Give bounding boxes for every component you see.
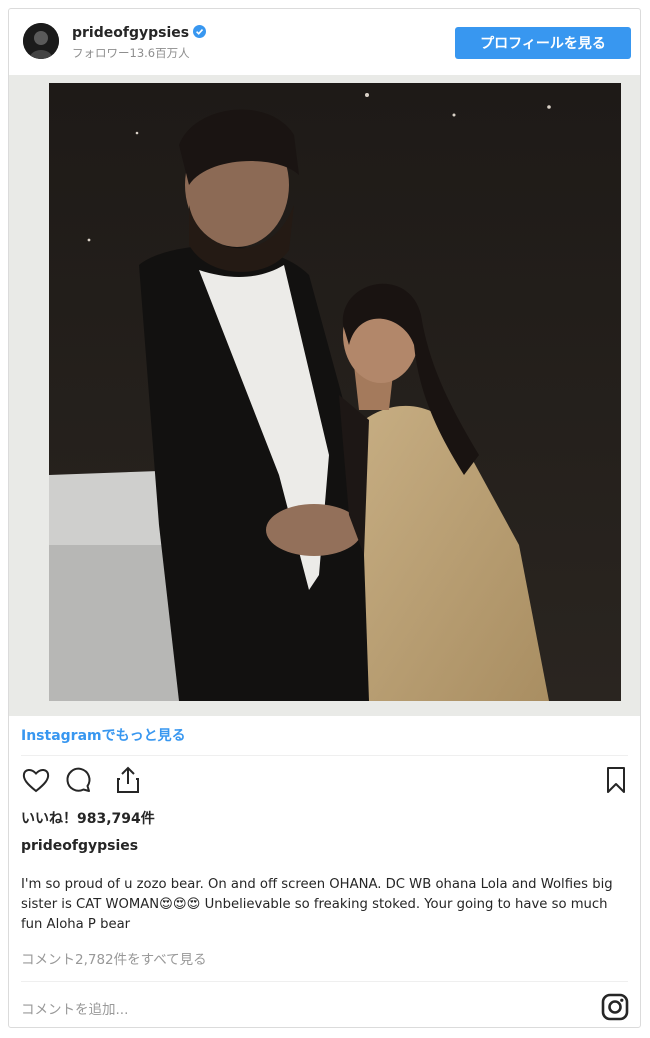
caption-author[interactable]: prideofgypsies: [21, 838, 138, 854]
divider: [21, 981, 628, 982]
action-bar: [19, 765, 631, 801]
view-all-comments-link[interactable]: コメント2,782件をすべて見る: [21, 948, 207, 968]
caption-text: I'm so proud of u zozo bear. On and off …: [21, 877, 613, 932]
heart-icon[interactable]: [21, 765, 51, 795]
divider: [21, 755, 628, 756]
comment-icon[interactable]: [63, 765, 93, 795]
instagram-embed-card: prideofgypsies フォロワー13.6百万人 プロフィールを見る In…: [8, 8, 641, 1028]
share-icon[interactable]: [113, 765, 143, 795]
instagram-icon[interactable]: [601, 993, 629, 1021]
like-count[interactable]: いいね！983,794件: [21, 808, 155, 828]
username-text[interactable]: prideofgypsies: [72, 25, 189, 41]
add-comment-input[interactable]: コメントを追加...: [21, 998, 128, 1018]
post-photo-image: [9, 75, 640, 716]
view-profile-button[interactable]: プロフィールを見る: [455, 27, 631, 59]
verified-badge-icon: [193, 25, 207, 38]
bookmark-icon[interactable]: [601, 765, 631, 795]
post-header: prideofgypsies フォロワー13.6百万人 プロフィールを見る: [9, 9, 640, 75]
instagram-see-more-link[interactable]: Instagramでもっと見る: [21, 725, 186, 745]
follower-count: フォロワー13.6百万人: [72, 46, 190, 60]
username[interactable]: prideofgypsies: [72, 25, 207, 41]
avatar[interactable]: [23, 23, 59, 59]
post-photo[interactable]: [9, 75, 640, 716]
